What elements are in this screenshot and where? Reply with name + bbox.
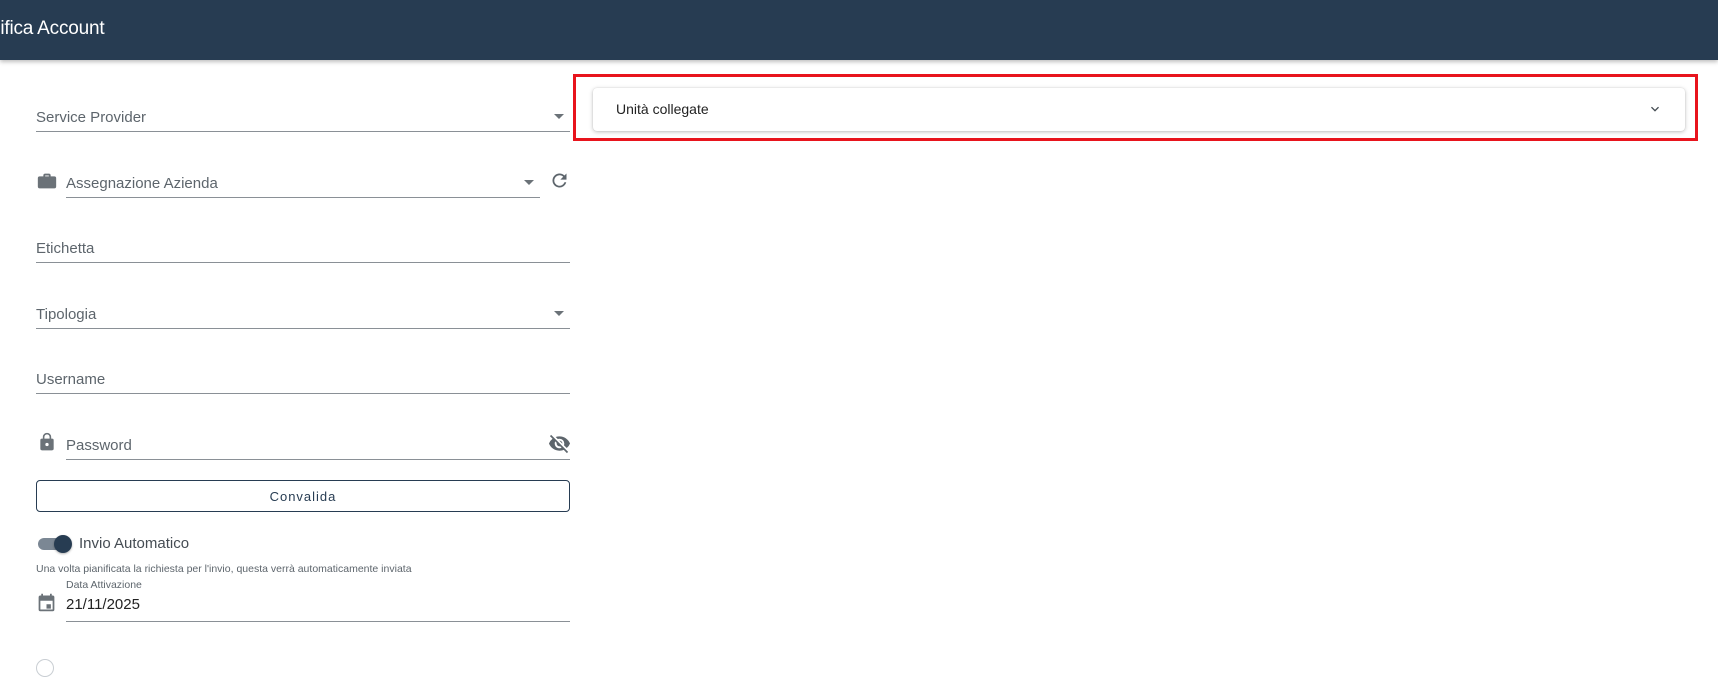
page-title: difica Account — [0, 18, 105, 39]
dropdown-arrow-icon — [554, 114, 564, 119]
password-label: Password — [66, 437, 132, 454]
convalida-button[interactable]: Convalida — [36, 480, 570, 512]
etichetta-input[interactable]: Etichetta — [36, 232, 570, 263]
briefcase-icon — [36, 170, 58, 197]
unita-collegate-panel[interactable]: Unità collegate — [593, 88, 1685, 131]
invio-automatico-label: Invio Automatico — [79, 535, 190, 552]
lock-icon — [37, 431, 57, 458]
toggle-thumb — [54, 535, 72, 553]
dropdown-arrow-icon — [554, 311, 564, 316]
dropdown-arrow-icon — [524, 180, 534, 185]
data-attivazione-field[interactable]: Data Attivazione 21/11/2025 — [66, 579, 570, 622]
data-attivazione-label: Data Attivazione — [66, 579, 142, 591]
tipologia-label: Tipologia — [36, 306, 97, 323]
data-attivazione-value: 21/11/2025 — [66, 596, 140, 613]
unita-collegate-title: Unità collegate — [616, 101, 709, 117]
chevron-down-icon — [1647, 101, 1663, 117]
refresh-icon[interactable] — [549, 170, 570, 196]
service-provider-label: Service Provider — [36, 109, 147, 126]
invio-automatico-hint: Una volta pianificata la richiesta per l… — [36, 563, 412, 575]
assegnazione-azienda-select[interactable]: Assegnazione Azienda — [66, 167, 540, 198]
next-field-icon — [36, 659, 54, 677]
assegnazione-azienda-label: Assegnazione Azienda — [66, 175, 218, 192]
calendar-icon[interactable] — [36, 592, 57, 618]
tipologia-select[interactable]: Tipologia — [36, 298, 570, 329]
username-input[interactable]: Username — [36, 363, 570, 394]
invio-automatico-toggle[interactable] — [36, 534, 72, 554]
visibility-off-icon[interactable] — [548, 432, 571, 460]
password-input[interactable]: Password — [66, 429, 570, 460]
top-app-bar: difica Account — [0, 0, 1718, 60]
service-provider-select[interactable]: Service Provider — [36, 101, 570, 132]
etichetta-label: Etichetta — [36, 240, 95, 257]
username-label: Username — [36, 371, 106, 388]
